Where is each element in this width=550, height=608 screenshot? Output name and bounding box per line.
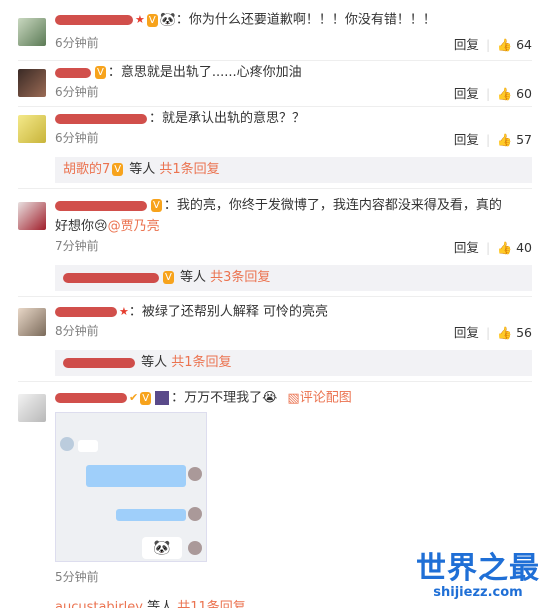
mention-link[interactable]: @贾乃亮 [108,219,160,234]
redacted-username[interactable] [55,307,117,317]
chat-bubble [78,440,98,452]
comment-time: 7分钟前 [55,239,99,253]
site-watermark: 世界之最 shijiezz.com [416,553,540,601]
thumbs-up-icon: 👍 [497,38,513,52]
chat-avatar-icon [60,437,74,451]
image-icon: ▧ [287,390,300,406]
star-icon: ★ [135,13,145,26]
redacted-username[interactable] [55,393,127,403]
comment-time: 6分钟前 [55,131,99,145]
avatar[interactable] [18,115,46,143]
panda-sticker-icon: 🐼 [142,537,182,559]
like-count: 64 [516,37,532,52]
avatar[interactable] [18,394,46,422]
chat-avatar-icon [188,467,202,481]
reply-button[interactable]: 回复 [454,132,479,147]
comment-text: ：意思就是出轨了......心疼你加油 [107,65,302,80]
reply-count-link[interactable]: 共1条回复 [159,162,219,177]
vip-badge: V [140,391,152,405]
reply-button[interactable]: 回复 [454,325,479,340]
panda-emoji-icon: 🐼 [159,12,176,28]
thumbs-up-icon: 👍 [497,133,513,147]
comment-text: ：我的亮，你终于发微博了，我连内容都没来得及看，真的 [163,198,502,213]
comment-text: ：被绿了还帮别人解释 可怜的亮亮 [128,304,329,320]
star-icon: ★ [119,305,129,318]
chat-bubble [86,465,186,487]
chat-avatar-icon [188,507,202,521]
comment-text: ：你为什么还要道歉啊！！！你没有错！！！ [175,12,436,28]
vip-badge: V [163,271,174,284]
like-count: 60 [516,86,532,101]
tear-emoji-icon: 😭 [262,390,278,406]
comment-time: 8分钟前 [55,324,99,338]
reply-count-link[interactable]: 共3条回复 [210,270,270,285]
avatar[interactable] [18,69,46,97]
reply-summary[interactable]: 等人 共1条回复 [55,350,532,376]
like-count: 40 [516,240,532,255]
redacted-username[interactable] [63,272,159,283]
divider [18,296,532,297]
reply-summary[interactable]: V 等人 共3条回复 [55,265,532,291]
vip-badge: V [151,199,162,212]
like-button[interactable]: 👍 56 [497,325,532,340]
like-count: 57 [516,132,532,147]
redacted-username[interactable] [55,67,91,78]
comment-image[interactable]: 🐼 [55,412,207,562]
reply-summary[interactable]: 胡歌的7 V 等人 共1条回复 [55,157,532,183]
reply-button[interactable]: 回复 [454,86,479,101]
comment-time: 5分钟前 [55,570,99,584]
comment-time: 6分钟前 [55,85,99,99]
avatar[interactable] [18,202,46,230]
thumbs-up-icon: 👍 [497,87,513,101]
like-button[interactable]: 👍 40 [497,240,532,255]
reply-summary[interactable]: aucustabirley 等人 共11条回复 [55,598,355,608]
divider [18,60,532,61]
comment-text-cont: 好想你 [55,219,95,234]
comment-text: ：就是承认出轨的意思？？ [149,111,306,126]
vip-badge: V [95,66,106,79]
like-count: 56 [516,325,532,340]
avatar[interactable] [18,308,46,336]
divider [18,106,532,107]
redacted-username[interactable] [55,200,147,211]
chat-bubble [116,509,186,521]
reply-user[interactable]: 胡歌的7 [63,162,110,177]
like-button[interactable]: 👍 57 [497,132,532,147]
redacted-username[interactable] [55,113,147,124]
comment-text: ：万万不理我了 [171,390,263,406]
chat-avatar-icon [188,541,202,555]
comment-time: 6分钟前 [55,36,99,50]
redacted-username[interactable] [55,15,133,25]
like-button[interactable]: 👍 64 [497,37,532,52]
reply-button[interactable]: 回复 [454,37,479,52]
reply-count-link[interactable]: 共1条回复 [171,355,231,370]
vip-badge: V [146,13,158,27]
divider [18,188,532,189]
like-button[interactable]: 👍 60 [497,86,532,101]
reply-button[interactable]: 回复 [454,240,479,255]
badge-icon [155,391,170,405]
watermark-title: 世界之最 [416,551,540,586]
thumbs-up-icon: 👍 [497,241,513,255]
cry-emoji-icon: 😢 [94,219,108,234]
divider [18,381,532,382]
redacted-username[interactable] [63,357,135,368]
vip-badge: V [112,163,124,176]
watermark-url: shijiezz.com [433,585,523,600]
v-badge-icon: ✔ [129,391,139,404]
thumbs-up-icon: 👍 [497,326,513,340]
avatar[interactable] [18,18,46,46]
image-link[interactable]: 评论配图 [300,391,352,406]
